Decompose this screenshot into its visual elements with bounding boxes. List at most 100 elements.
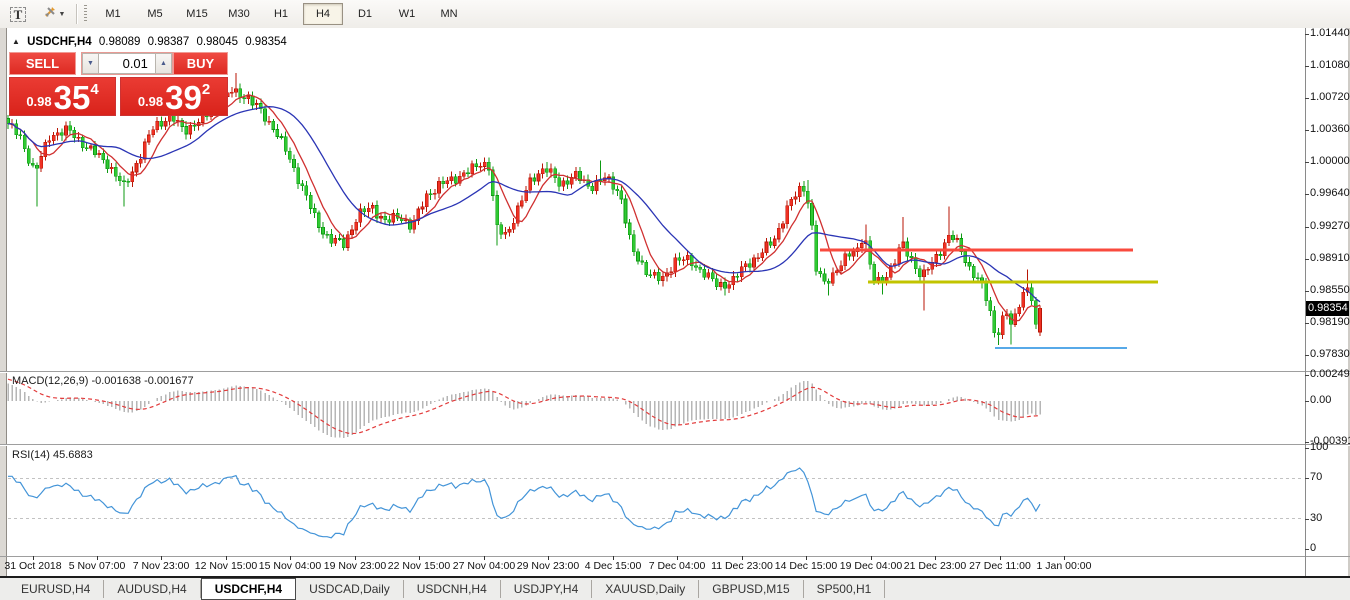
- toolbar: T ▼ M1 M5 M15 M30 H1 H4 D1 W1 MN: [0, 0, 1350, 29]
- price-axis-label-tick: [1305, 259, 1309, 260]
- chart-symbol: USDCHF,H4: [27, 36, 92, 48]
- chart-tab-gbpusd[interactable]: GBPUSD,M15: [699, 580, 804, 598]
- date-axis-label: 22 Nov 15:00: [387, 560, 451, 572]
- price-axis-label: 0.98190: [1310, 316, 1350, 328]
- panel-toggle-icon[interactable]: ▲: [12, 37, 20, 46]
- sell-price-point: 4: [90, 81, 99, 98]
- date-axis-label: 4 Dec 15:00: [584, 560, 642, 572]
- date-axis-label: 12 Nov 15:00: [194, 560, 258, 572]
- chart-tabs-bar: EURUSD,H4 AUDUSD,H4 USDCHF,H4 USDCAD,Daily U…: [0, 578, 1350, 600]
- ohlc-low: 0.98045: [196, 36, 239, 48]
- macd-axis-label-tick: [1305, 375, 1309, 376]
- macd-axis-label: 0.002492: [1310, 368, 1350, 380]
- price-axis-label-tick: [1305, 323, 1309, 324]
- rsi-axis-label: 70: [1310, 471, 1323, 483]
- pane-separator-highlight: [0, 445, 1350, 446]
- date-axis-label: 19 Nov 23:00: [323, 560, 387, 572]
- timeframe-button-mn[interactable]: MN: [429, 3, 469, 25]
- price-axis-label: 1.01080: [1310, 59, 1350, 71]
- rsi-axis-label-tick: [1305, 448, 1309, 449]
- mt4-window: T ▼ M1 M5 M15 M30 H1 H4 D1 W1 MN ▲ USDCH…: [0, 0, 1350, 600]
- price-axis-label-tick: [1305, 194, 1309, 195]
- price-axis-label-tick: [1305, 130, 1309, 131]
- timeframe-button-m1[interactable]: M1: [93, 3, 133, 25]
- price-axis-label-tick: [1305, 34, 1309, 35]
- macd-axis-label-tick: [1305, 401, 1309, 402]
- macd-axis-label-tick: [1305, 442, 1309, 443]
- price-axis-label: 1.00000: [1310, 155, 1350, 167]
- chart-tab-usdchf[interactable]: USDCHF,H4: [200, 578, 297, 600]
- rsi-axis-label-tick: [1305, 519, 1309, 520]
- price-axis-label: 0.98910: [1310, 252, 1350, 264]
- price-axis-label: 1.01440: [1310, 27, 1350, 39]
- macd-label: MACD(12,26,9) -0.001638 -0.001677: [12, 375, 194, 387]
- buy-price-pips: 39: [165, 78, 202, 116]
- chart-tab-sp500[interactable]: SP500,H1: [804, 580, 886, 598]
- price-axis-label-tick: [1305, 227, 1309, 228]
- price-axis-label-tick: [1305, 66, 1309, 67]
- chart-title: ▲ USDCHF,H4 0.98089 0.98387 0.98045 0.98…: [12, 36, 291, 48]
- current-price-tag: 0.98354: [1306, 301, 1349, 316]
- price-axis-label-tick: [1305, 291, 1309, 292]
- rsi-axis-label: 30: [1310, 512, 1323, 524]
- macd-signal-line: [7, 378, 1041, 435]
- date-axis-label: 31 Oct 2018: [4, 560, 62, 572]
- buy-price-point: 2: [201, 81, 211, 98]
- chart-styles-button[interactable]: ▼: [36, 2, 72, 26]
- date-axis-label: 27 Dec 11:00: [969, 560, 1031, 572]
- volume-increase-button[interactable]: ▲: [154, 53, 172, 74]
- price-axis-label: 0.98550: [1310, 284, 1350, 296]
- buy-button[interactable]: BUY: [172, 52, 228, 75]
- macd-histogram: [7, 380, 1041, 439]
- price-axis-label-tick: [1305, 355, 1309, 356]
- price-axis-label: 0.99640: [1310, 187, 1350, 199]
- buy-price-prefix: 0.98: [137, 94, 164, 109]
- date-axis-label: 29 Nov 23:00: [516, 560, 580, 572]
- timeframe-button-group: M1 M5 M15 M30 H1 H4 D1 W1 MN: [92, 3, 470, 25]
- timeframe-button-d1[interactable]: D1: [345, 3, 385, 25]
- chart-tab-usdcnh[interactable]: USDCNH,H4: [404, 580, 501, 598]
- text-tool-button[interactable]: T: [3, 2, 33, 26]
- sell-price-display[interactable]: 0.98 35 4: [9, 77, 116, 116]
- date-axis-label: 7 Dec 04:00: [648, 560, 706, 572]
- date-axis-label: 19 Dec 04:00: [839, 560, 903, 572]
- chart-tab-eurusd[interactable]: EURUSD,H4: [8, 580, 105, 598]
- chart-tab-usdjpy[interactable]: USDJPY,H4: [501, 580, 593, 598]
- chevron-down-icon: ▼: [58, 10, 66, 18]
- sell-button[interactable]: SELL: [9, 52, 76, 75]
- timeframe-button-m15[interactable]: M15: [177, 3, 217, 25]
- ohlc-close: 0.98354: [245, 36, 287, 48]
- volume-decrease-button[interactable]: ▼: [81, 53, 99, 74]
- ohlc-open: 0.98089: [98, 36, 141, 48]
- date-axis-label: 15 Nov 04:00: [258, 560, 322, 572]
- rsi-pane-canvas[interactable]: [7, 446, 1305, 556]
- date-axis-separator: [0, 556, 1350, 557]
- sell-price-prefix: 0.98: [26, 94, 52, 109]
- buy-price-display[interactable]: 0.98 39 2: [120, 77, 228, 116]
- price-axis-label-tick: [1305, 162, 1309, 163]
- volume-input[interactable]: 0.01: [98, 53, 155, 74]
- text-tool-icon: T: [9, 6, 27, 22]
- sell-price-pips: 35: [53, 78, 91, 116]
- price-axis-label: 1.00720: [1310, 91, 1350, 103]
- timeframe-button-m5[interactable]: M5: [135, 3, 175, 25]
- ma-fast-line: [8, 94, 1041, 322]
- price-axis-label-tick: [1305, 98, 1309, 99]
- price-axis-label: 0.97830: [1310, 348, 1350, 360]
- chart-tab-xauusd[interactable]: XAUUSD,Daily: [592, 580, 700, 598]
- timeframe-button-w1[interactable]: W1: [387, 3, 427, 25]
- chart-tab-usdcad[interactable]: USDCAD,Daily: [296, 580, 404, 598]
- toolbar-grip[interactable]: [84, 5, 87, 23]
- date-axis-label: 5 Nov 07:00: [68, 560, 126, 572]
- price-axis-label: 0.99270: [1310, 220, 1350, 232]
- macd-pane-canvas[interactable]: [7, 373, 1305, 443]
- timeframe-button-h1[interactable]: H1: [261, 3, 301, 25]
- window-left-border: [0, 28, 7, 576]
- rsi-axis-label: 100: [1310, 441, 1329, 453]
- chart-tab-audusd[interactable]: AUDUSD,H4: [104, 580, 201, 598]
- rsi-axis-label-tick: [1305, 549, 1309, 550]
- timeframe-button-h4[interactable]: H4: [303, 3, 343, 25]
- swap-arrows-icon: [43, 5, 57, 24]
- ohlc-high: 0.98387: [147, 36, 190, 48]
- timeframe-button-m30[interactable]: M30: [219, 3, 259, 25]
